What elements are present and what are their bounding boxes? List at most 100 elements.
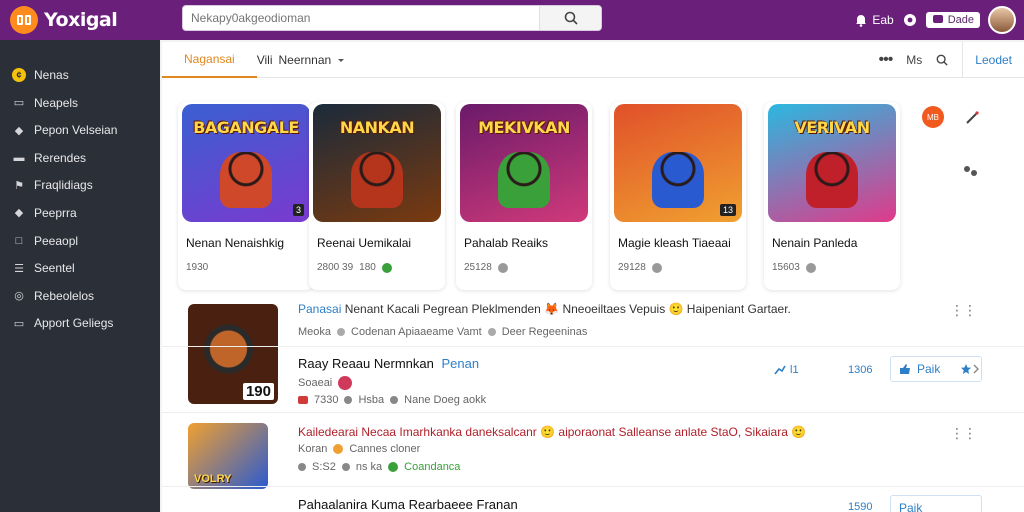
sidebar-item[interactable]: ¢ Nenas	[0, 62, 160, 88]
chevron-right-icon[interactable]	[972, 364, 980, 374]
sidebar-item[interactable]: ◎ Rebeolelos	[0, 283, 160, 309]
status-dot-icon	[381, 262, 392, 273]
settings-button[interactable]	[902, 12, 918, 28]
main-panel: Nagansai Vili Neernnan ••• Ms Leodet BAG…	[162, 42, 1024, 512]
stat-item: Nane Doeg aokk	[404, 394, 487, 406]
game-card-meta: 25128	[464, 262, 508, 273]
search-icon[interactable]	[936, 54, 948, 66]
game-card-title[interactable]: Pahalab Reaiks	[464, 236, 548, 250]
thumbnail-caption: VOLRY	[194, 473, 232, 485]
tab-dropdown[interactable]: Vili Neernnan	[257, 42, 369, 78]
likes-stat[interactable]: l1	[774, 364, 799, 376]
game-card-stat: 180	[359, 262, 376, 273]
game-card-art[interactable]: MEKIVKAN	[460, 104, 588, 222]
row-title: Pahaalanira Kuma Rearbaeee Franan	[298, 497, 518, 512]
notifications-button[interactable]: Eab	[854, 13, 894, 27]
sidebar-item[interactable]: □ Peeaopl	[0, 228, 160, 254]
tag-icon: ◆	[14, 124, 24, 137]
downloads-count: 1306	[848, 364, 873, 376]
sidebar-item[interactable]: ▭ Neapels	[0, 90, 160, 116]
sidebar: ¢ Nenas ▭ Neapels ◆ Pepon Velseian ▬ Rerendes ⚑ F…	[0, 40, 160, 512]
box-icon: □	[15, 234, 23, 247]
account-pill[interactable]: Dade	[925, 12, 980, 28]
game-card-meta: 1930	[186, 262, 208, 273]
meta-item: Deer Regeeninas	[501, 326, 588, 338]
play-button[interactable]: Paik	[890, 356, 982, 382]
sidebar-item[interactable]: ◆ Pepon Velseian	[0, 117, 160, 143]
game-card-title[interactable]: Reenai Uemikalai	[317, 236, 411, 250]
ms-label[interactable]: Ms	[906, 53, 922, 67]
game-card-meta: 29128	[618, 262, 662, 273]
sidebar-item[interactable]: ☰ Seentel	[0, 255, 160, 281]
more-options-icon[interactable]: ⋮⋮	[950, 302, 977, 319]
bell-icon	[856, 15, 867, 27]
tab-bar: Nagansai Vili Neernnan ••• Ms Leodet	[162, 42, 1024, 78]
game-card[interactable]: 13 Magie kleash Tiaeaai 29128	[610, 102, 746, 290]
likes-count: l1	[790, 364, 799, 376]
document-icon: ▭	[13, 97, 25, 110]
game-card-title[interactable]: Magie kleash Tiaeaai	[618, 236, 731, 250]
game-thumbnail[interactable]: VOLRY	[188, 423, 268, 489]
top-actions: Eab Dade	[854, 0, 1024, 40]
row-description: Kailedearai Necaa Imarhkanka daneksalcan…	[298, 425, 807, 439]
game-card-art-title: MEKIVKAN	[478, 118, 570, 137]
gear-icon	[903, 14, 916, 26]
star-icon	[961, 364, 972, 374]
game-card[interactable]: MEKIVKAN Pahalab Reaiks 25128	[456, 102, 592, 290]
sidebar-item[interactable]: ⚑ Fraqlidiags	[0, 172, 160, 198]
sidebar-item[interactable]: ▭ Apport Geliegs	[0, 310, 160, 336]
row-text: Nenant Kacali Pegrean Pleklmenden 🦊 Nneo…	[344, 302, 791, 316]
document-icon: ▭	[13, 317, 25, 330]
game-card-art[interactable]: BAGANGALE 3	[182, 104, 310, 222]
header-link[interactable]: Leodet	[962, 42, 1012, 78]
row-meta: Meoka Codenan Apiaaeame Vamt Deer Regeen…	[298, 326, 587, 338]
user-avatar[interactable]	[988, 6, 1016, 34]
edit-icon[interactable]	[964, 110, 980, 126]
meta-item: Cannes cloner	[349, 443, 421, 455]
list-item[interactable]: Pahaalanira Kuma Rearbaeee Franan 1590 P…	[162, 486, 1024, 512]
game-card-art[interactable]: NANKAN	[313, 104, 441, 222]
flag-icon: ⚑	[14, 179, 24, 192]
globe-icon: ◎	[14, 290, 24, 303]
row-tag[interactable]: Panasai	[298, 302, 341, 316]
sidebar-item[interactable]: ▬ Rerendes	[0, 145, 160, 171]
app-logo[interactable]: Yoxigal	[10, 6, 170, 34]
badge-icon[interactable]: MB	[922, 106, 944, 128]
row-title-text: Raay Reaau Nermnkan	[298, 356, 434, 371]
game-card-badge: 13	[719, 204, 736, 216]
more-options-icon[interactable]: ⋮⋮	[950, 425, 977, 442]
search-button[interactable]	[539, 6, 601, 30]
game-card-stat: 15603	[772, 262, 800, 273]
list-item[interactable]: VOLRY Kailedearai Necaa Imarhkanka danek…	[162, 412, 1024, 489]
game-card-stat: 25128	[464, 262, 492, 273]
tab-featured[interactable]: Nagansai	[162, 42, 257, 78]
sidebar-item[interactable]: ◆ Peeprra	[0, 200, 160, 226]
stat-item: 7330	[314, 394, 339, 406]
header-actions: ••• Ms Leodet	[878, 42, 1024, 78]
more-icon[interactable]: •••	[878, 51, 893, 69]
game-card[interactable]: BAGANGALE 3 Nenan Nenaishkig 1930	[178, 102, 314, 290]
game-thumbnail[interactable]: 190	[188, 304, 278, 404]
list-item[interactable]: 190 Panasai Nenant Kacali Pegrean Pleklm…	[162, 298, 1024, 412]
play-button[interactable]: Paik	[890, 495, 982, 512]
search-input[interactable]	[183, 6, 539, 30]
game-card[interactable]: NANKAN Reenai Uemikalai 2800 39 180	[309, 102, 445, 290]
game-card-art-title: NANKAN	[339, 118, 415, 137]
meta-item: Codenan Apiaaeame Vamt	[351, 326, 482, 338]
message-icon	[932, 15, 943, 23]
status-dot-icon	[497, 262, 508, 273]
row-title-link[interactable]: Penan	[441, 356, 479, 371]
game-card[interactable]: VERIVAN Nenain Panleda 15603	[764, 102, 900, 290]
game-card-art[interactable]: VERIVAN	[768, 104, 896, 222]
sidebar-item-label: Rebeolelos	[34, 288, 95, 303]
game-card-title[interactable]: Nenain Panleda	[772, 236, 857, 250]
downloads-count: 1590	[848, 501, 873, 512]
meta-item: Meoka	[298, 326, 332, 338]
search-bar	[182, 5, 602, 31]
stat-item: ns ka	[355, 461, 383, 473]
status-dot-icon	[805, 262, 816, 273]
dots-icon[interactable]	[962, 164, 980, 178]
search-icon	[564, 11, 578, 25]
game-card-title[interactable]: Nenan Nenaishkig	[186, 236, 284, 250]
game-card-art[interactable]: 13	[614, 104, 742, 222]
